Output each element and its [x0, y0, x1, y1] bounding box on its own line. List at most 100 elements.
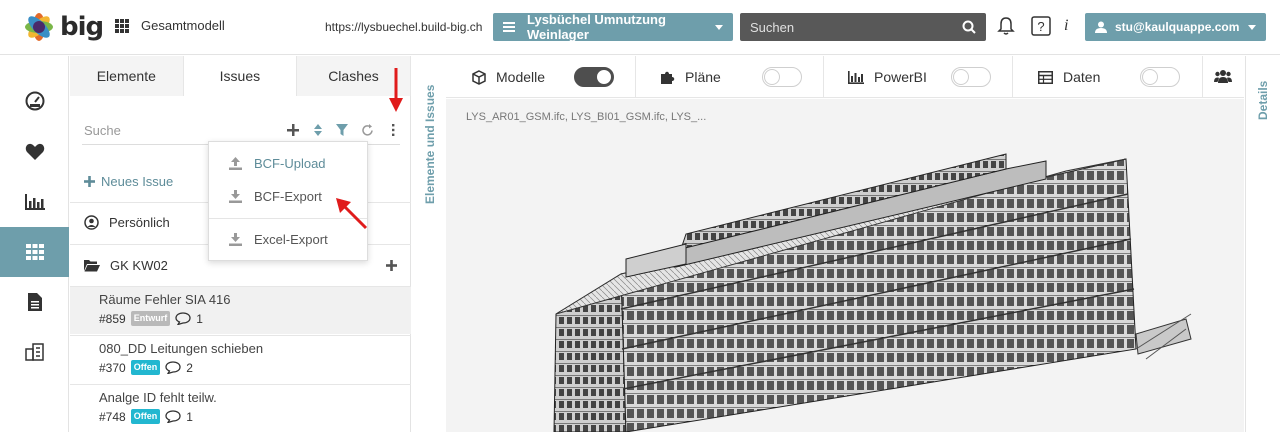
powerbi-toggle[interactable] — [951, 67, 991, 87]
heart-icon — [25, 143, 44, 160]
new-issue-label: Neues Issue — [101, 174, 174, 189]
toolbar-label: PowerBI — [874, 69, 927, 85]
nav-favorites[interactable] — [0, 127, 69, 177]
nav-model[interactable] — [0, 227, 69, 277]
menu-item-label: BCF-Export — [254, 188, 322, 204]
group-personal[interactable]: Persönlich — [84, 215, 170, 230]
issue-title: Räume Fehler SIA 416 — [99, 292, 231, 307]
side-label: Elemente und Issues — [423, 84, 437, 204]
document-icon — [27, 293, 42, 311]
project-name: Lysbüchel Umnutzung Weinlager — [527, 12, 666, 42]
more-vertical-icon[interactable] — [391, 124, 395, 136]
group-label: Persönlich — [109, 215, 170, 230]
nav-reports[interactable] — [0, 177, 69, 227]
plus-icon[interactable] — [287, 124, 299, 136]
help-icon[interactable]: ? — [1031, 16, 1051, 36]
issue-id: #370 — [99, 360, 126, 375]
chevron-down-icon — [715, 24, 723, 30]
nav-buildings[interactable] — [0, 327, 69, 377]
divider — [635, 56, 636, 98]
toolbar-powerbi: PowerBI — [848, 56, 927, 98]
group-label: GK KW02 — [110, 258, 168, 273]
elements-issues-toggle[interactable]: Elemente und Issues — [413, 56, 445, 432]
model-viewer[interactable]: LYS_AR01_GSM.ifc, LYS_BI01_GSM.ifc, LYS_… — [446, 99, 1244, 432]
issue-title: Analge ID fehlt teilw. — [99, 390, 217, 405]
bell-icon[interactable] — [997, 16, 1015, 36]
status-badge: Entwurf — [130, 311, 171, 326]
nav-documents[interactable] — [0, 277, 69, 327]
logo-flower-icon — [25, 13, 53, 41]
refresh-icon[interactable] — [361, 124, 374, 137]
viewer-toolbar: Modelle Pläne PowerBI Daten — [446, 56, 1244, 98]
building-model[interactable] — [446, 99, 1244, 432]
data-toggle[interactable] — [1140, 67, 1180, 87]
nav-dashboard[interactable] — [0, 76, 69, 126]
divider — [823, 56, 824, 98]
menu-item-label: Excel-Export — [254, 231, 328, 247]
issue-title: 080_DD Leitungen schieben — [99, 341, 264, 356]
new-issue-button[interactable]: Neues Issue — [84, 174, 173, 189]
project-dropdown[interactable]: Lysbüchel Umnutzung Weinlager — [493, 12, 733, 42]
panel-tabs: Elemente Issues Clashes — [70, 56, 411, 96]
toolbar-label: Pläne — [685, 69, 721, 85]
toolbar-plans: Pläne — [660, 56, 721, 98]
info-icon[interactable]: i — [1064, 17, 1068, 35]
bar-chart-icon — [848, 70, 864, 84]
menu-icon — [503, 22, 515, 32]
issue-id: #859 — [99, 311, 126, 326]
comment-count: 2 — [186, 360, 193, 375]
left-navigation — [0, 56, 69, 432]
app-logo[interactable]: big — [20, 8, 104, 46]
toolbar-label: Modelle — [496, 69, 546, 85]
menu-item-label: BCF-Upload — [254, 155, 326, 171]
filter-icon[interactable] — [336, 124, 348, 136]
toolbar-data: Daten — [1038, 56, 1100, 98]
users-icon[interactable] — [1214, 69, 1232, 84]
download-icon — [229, 189, 242, 203]
tab-issues[interactable]: Issues — [183, 56, 298, 96]
global-search[interactable] — [740, 13, 986, 41]
comment-icon — [175, 312, 191, 325]
puzzle-icon — [661, 71, 675, 84]
user-circle-icon — [84, 215, 99, 230]
toolbar-label: Daten — [1063, 69, 1101, 85]
dashboard-icon — [25, 91, 44, 111]
tab-elemente[interactable]: Elemente — [70, 56, 184, 96]
user-icon — [1095, 21, 1107, 33]
comment-icon — [165, 361, 181, 374]
plans-toggle[interactable] — [762, 67, 802, 87]
user-menu[interactable]: stu@kaulquappe.com — [1085, 13, 1266, 41]
status-badge: Offen — [130, 360, 161, 375]
grid-icon — [115, 18, 129, 33]
issue-row[interactable]: Räume Fehler SIA 416 #859 Entwurf 1 — [70, 286, 411, 334]
menu-item-bcf-upload[interactable]: BCF-Upload — [209, 147, 367, 179]
plus-icon — [84, 176, 95, 187]
svg-text:?: ? — [1037, 19, 1044, 34]
comment-count: 1 — [196, 311, 203, 326]
details-toggle[interactable]: Details — [1245, 56, 1280, 432]
folder-open-icon — [84, 260, 100, 272]
models-toggle[interactable] — [574, 67, 614, 87]
bar-chart-icon — [24, 194, 45, 210]
comment-icon — [165, 410, 181, 423]
search-icon[interactable] — [962, 20, 976, 34]
issue-search-input[interactable] — [84, 123, 264, 138]
group-folder[interactable]: GK KW02 — [84, 258, 168, 273]
sort-icon[interactable] — [314, 124, 322, 136]
divider — [1012, 56, 1013, 98]
annotation-arrow-down — [389, 68, 403, 112]
table-icon — [1038, 70, 1053, 84]
issue-row[interactable]: 080_DD Leitungen schieben #370 Offen 2 — [70, 335, 411, 383]
global-search-input[interactable] — [750, 19, 962, 35]
chevron-down-icon — [1248, 24, 1256, 30]
user-email: stu@kaulquappe.com — [1115, 20, 1240, 34]
site-url: https://lysbuechel.build-big.ch — [325, 20, 483, 34]
comment-count: 1 — [186, 409, 193, 424]
model-label: Gesamtmodell — [141, 18, 225, 33]
upload-icon — [229, 156, 242, 170]
top-bar: big Gesamtmodell https://lysbuechel.buil… — [0, 0, 1280, 55]
issue-row[interactable]: Analge ID fehlt teilw. #748 Offen 1 — [70, 384, 411, 432]
side-label: Details — [1256, 80, 1270, 120]
model-selector[interactable]: Gesamtmodell — [115, 18, 225, 33]
plus-icon[interactable] — [386, 260, 397, 271]
